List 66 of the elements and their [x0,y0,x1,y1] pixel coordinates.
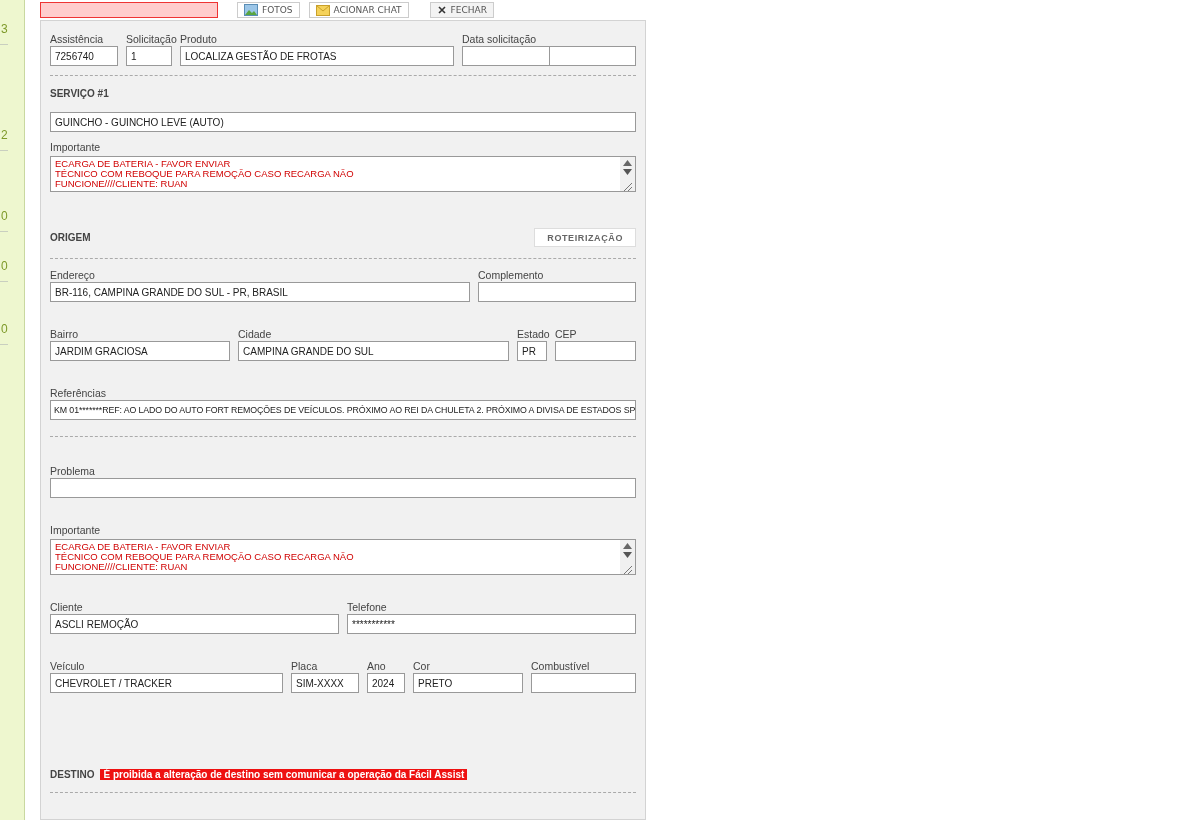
toolbar-button[interactable]: ACIONAR CHAT [308,2,409,18]
text-field[interactable]: LOCALIZA GESTÃO DE FROTAS [180,46,454,66]
count-label: 0 [0,322,9,336]
close-icon [436,5,447,15]
text-field[interactable]: 7256740 [50,46,118,66]
scroll-down-icon[interactable] [623,552,632,558]
field-label: Assistência [50,33,104,46]
text-field[interactable]: *********** [347,614,636,634]
count-label: 0 [0,209,9,223]
field-label: Importante [50,141,101,154]
field-label: CEP [555,328,577,341]
field-label: Data solicitação [462,33,537,46]
field-label: Endereço [50,269,95,282]
field-label: Cor [413,660,430,673]
text-field[interactable]: CHEVROLET / TRACKER [50,673,283,693]
text-field[interactable] [531,673,636,693]
text-field[interactable]: GUINCHO - GUINCHO LEVE (AUTO) [50,112,636,132]
text-area[interactable]: ECARGA DE BATERIA - FAVOR ENVIAR TÉCNICO COM REBOQUE PARA REMOÇÃO CASO RECARGA NÃO FUNCIONE////CLIENTE: RUAN [50,156,636,192]
field-label: Cidade [238,328,272,341]
resize-grip-icon[interactable] [623,565,632,574]
scroll-up-icon[interactable] [623,543,632,549]
text-field[interactable]: CAMPINA GRANDE DO SUL [238,341,509,361]
text-field[interactable]: 2024 [367,673,405,693]
text-field[interactable]: SIM-XXXX [291,673,359,693]
envelope-icon [315,4,330,16]
text-field[interactable]: 1 [126,46,172,66]
field-label: Combustível [531,660,590,673]
scroll-up-icon[interactable] [623,160,632,166]
text-field[interactable] [50,478,636,498]
field-label: Solicitação [126,33,177,46]
time-field[interactable] [549,46,636,66]
text-field[interactable] [555,341,636,361]
section-title: SERVIÇO #1 [50,88,109,99]
field-label: Veículo [50,660,85,673]
warning-label: É proibida a alteração de destino sem comunicar a operação da Fácil Assist [100,769,468,780]
field-label: Estado [517,328,550,341]
field-label: Produto [180,33,217,46]
field-label: Problema [50,465,95,478]
toolbar-button[interactable]: FOTOS [237,2,300,18]
field-label: Cliente [50,601,83,614]
count-label: 0 [0,259,9,273]
section-title: ORIGEM [50,232,91,243]
scroll-down-icon[interactable] [623,169,632,175]
count-label: 3 [0,22,9,36]
field-label: Referências [50,387,107,400]
count-label: 2 [0,128,9,142]
date-field[interactable] [462,46,550,66]
text-field[interactable]: ASCLI REMOÇÃO [50,614,339,634]
text-field[interactable]: PRETO [413,673,523,693]
routing-button[interactable]: ROTEIRIZAÇÃO [534,228,636,247]
field-label: Bairro [50,328,78,341]
field-label: Ano [367,660,386,673]
field-label: Placa [291,660,318,673]
text-field[interactable]: KM 01*******REF: AO LADO DO AUTO FORT REMOÇÕES DE VEÍCULOS. PRÓXIMO AO REI DA CHULETA 2. PRÓXIMO A DIVISA DE ESTADOS SP [50,400,636,420]
resize-grip-icon[interactable] [623,182,632,191]
text-field[interactable] [478,282,636,302]
toolbar-button[interactable]: FECHAR [429,2,494,18]
text-field[interactable]: BR-116, CAMPINA GRANDE DO SUL - PR, BRASIL [50,282,470,302]
text-field[interactable]: JARDIM GRACIOSA [50,341,230,361]
text-field[interactable]: PR [517,341,547,361]
text-area[interactable]: ECARGA DE BATERIA - FAVOR ENVIAR TÉCNICO COM REBOQUE PARA REMOÇÃO CASO RECARGA NÃO FUNCIONE////CLIENTE: RUAN [50,539,636,575]
picture-icon [244,4,258,16]
field-label: Importante [50,524,101,537]
section-title: DESTINO [50,769,95,780]
field-label: Complemento [478,269,544,282]
field-label: Telefone [347,601,387,614]
